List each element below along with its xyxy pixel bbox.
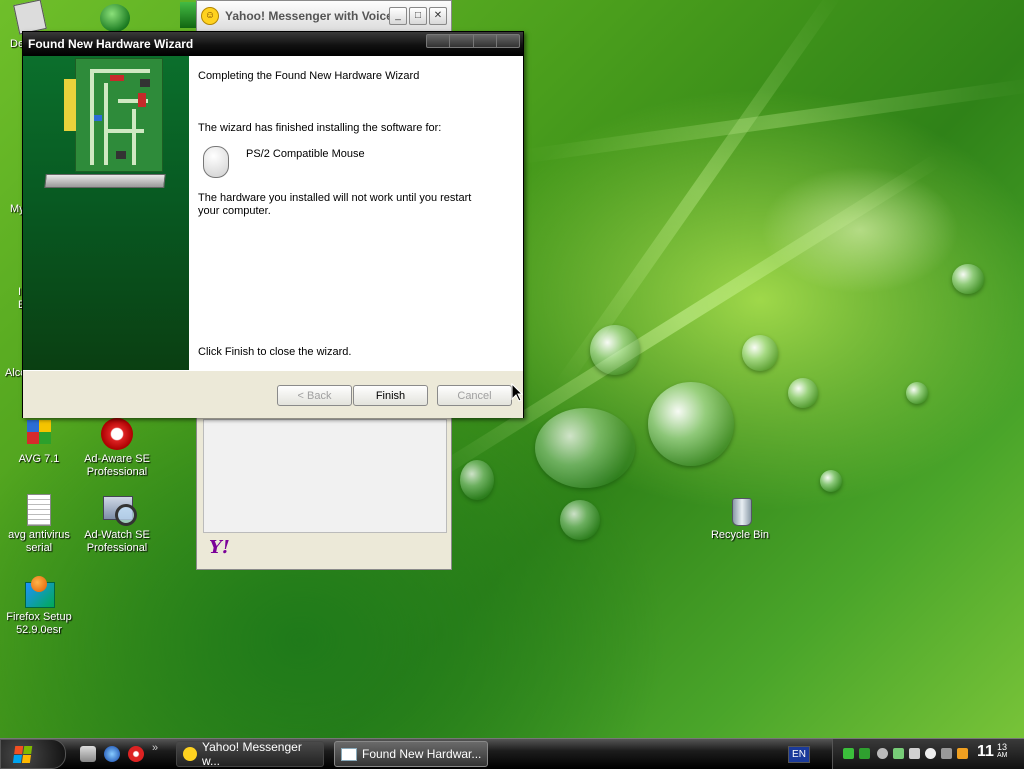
clock-hour: 11 <box>977 743 994 760</box>
back-button[interactable]: < Back <box>277 385 352 406</box>
show-desktop-icon[interactable] <box>80 746 96 762</box>
water-drop <box>648 382 734 466</box>
water-drop <box>952 264 984 294</box>
desktop-icon-avg[interactable]: AVG 7.1 <box>0 418 78 466</box>
wizard-heading: Completing the Found New Hardware Wizard <box>198 70 420 82</box>
yahoo-close-button[interactable]: ✕ <box>429 7 447 25</box>
avg-antivirus-icon <box>23 418 55 450</box>
yahoo-window-title: Yahoo! Messenger with Voice <box>225 9 393 23</box>
wizard-content: Completing the Found New Hardware Wizard… <box>189 56 523 370</box>
finish-button[interactable]: Finish <box>353 385 428 406</box>
documents-icon <box>13 0 47 35</box>
quick-launch-more[interactable]: » <box>152 742 158 754</box>
text-document-icon <box>27 494 51 526</box>
card-bracket <box>44 174 166 188</box>
water-drop <box>560 500 600 540</box>
power-tray-icon[interactable] <box>957 748 968 759</box>
clock-minute: 13 <box>997 742 1008 752</box>
flag-icon[interactable] <box>859 748 870 759</box>
yahoo-contact-pane[interactable] <box>203 419 447 533</box>
clock-ampm: AM <box>997 752 1008 759</box>
ad-aware-quicklaunch-icon[interactable] <box>128 746 144 762</box>
yahoo-smiley-icon <box>183 747 197 761</box>
wizard-restart-line1: The hardware you installed will not work… <box>198 192 472 204</box>
wizard-window-controls[interactable] <box>426 34 520 48</box>
windows-logo-icon <box>12 746 34 764</box>
start-button[interactable] <box>0 739 66 769</box>
desktop-icon-label: Ad-Watch SE Professional <box>84 529 150 554</box>
wizard-footer: < Back Finish Cancel <box>23 370 523 418</box>
water-drop <box>535 408 635 488</box>
water-drop <box>788 378 818 408</box>
ad-aware-icon <box>101 418 133 450</box>
desktop-icon-avg-serial[interactable]: avg antivirus serial <box>0 494 78 555</box>
wizard-restart-line2: your computer. <box>198 205 271 217</box>
yahoo-logo: Y! <box>209 537 230 558</box>
display-tray-icon[interactable] <box>941 748 952 759</box>
taskbar-button-yahoo[interactable]: Yahoo! Messenger w... <box>176 740 324 768</box>
wizard-title: Found New Hardware Wizard <box>28 37 194 51</box>
mouse-cursor-icon <box>511 383 523 402</box>
system-tray: 11 13 AM <box>832 739 1024 769</box>
water-drop <box>906 382 928 404</box>
wizard-close-hint: Click Finish to close the wizard. <box>198 346 352 358</box>
messenger-tray-icon[interactable] <box>925 748 936 759</box>
antivirus-tray-icon[interactable] <box>909 748 920 759</box>
desktop-icon-partial[interactable] <box>180 2 196 28</box>
ad-watch-icon <box>101 494 137 526</box>
desktop-icon-ad-watch[interactable]: Ad-Watch SE Professional <box>78 494 156 555</box>
installer-icon <box>23 576 55 608</box>
cancel-button[interactable]: Cancel <box>437 385 512 406</box>
water-drop <box>590 325 640 375</box>
water-drop <box>820 470 842 492</box>
internet-explorer-icon[interactable] <box>104 746 120 762</box>
water-drop <box>742 335 778 371</box>
desktop-icon-label: AVG 7.1 <box>18 453 60 465</box>
globe-icon[interactable] <box>100 4 130 32</box>
desktop-icon-label: avg antivirus serial <box>8 529 70 554</box>
desktop-icon-label: Ad-Aware SE Professional <box>84 453 150 478</box>
yahoo-smiley-icon: ☺ <box>201 7 219 25</box>
clock[interactable]: 11 13 AM <box>977 742 1008 761</box>
taskbar-button-wizard[interactable]: Found New Hardwar... <box>334 741 488 767</box>
desktop-icon-label: Firefox Setup 52.9.0esr <box>6 611 72 636</box>
wizard-side-banner <box>23 56 189 370</box>
desktop-icon-firefox-setup[interactable]: Firefox Setup 52.9.0esr <box>0 576 78 637</box>
window-icon <box>341 747 357 761</box>
network-icon[interactable] <box>843 748 854 759</box>
circuit-board-icon <box>64 58 163 172</box>
device-name: PS/2 Compatible Mouse <box>246 148 365 160</box>
mouse-icon <box>203 146 229 178</box>
taskbar-button-label: Found New Hardwar... <box>362 747 482 761</box>
language-indicator[interactable]: EN <box>788 746 810 763</box>
audio-icon[interactable] <box>877 748 888 759</box>
yahoo-maximize-button[interactable]: □ <box>409 7 427 25</box>
safely-remove-icon[interactable] <box>893 748 904 759</box>
desktop-icon-ad-aware[interactable]: Ad-Aware SE Professional <box>78 418 156 479</box>
desktop-icon-recycle-bin[interactable]: Recycle Bin <box>701 494 779 542</box>
water-drop <box>460 460 494 500</box>
taskbar: » Yahoo! Messenger w... Found New Hardwa… <box>0 738 1024 769</box>
wizard-finished-text: The wizard has finished installing the s… <box>198 122 442 134</box>
found-new-hardware-wizard[interactable]: Found New Hardware Wizard Completing the… <box>22 31 524 418</box>
recycle-bin-icon <box>724 494 756 526</box>
taskbar-button-label: Yahoo! Messenger w... <box>201 740 302 768</box>
yahoo-minimize-button[interactable]: _ <box>389 7 407 25</box>
desktop-icon-label: Recycle Bin <box>710 529 770 541</box>
